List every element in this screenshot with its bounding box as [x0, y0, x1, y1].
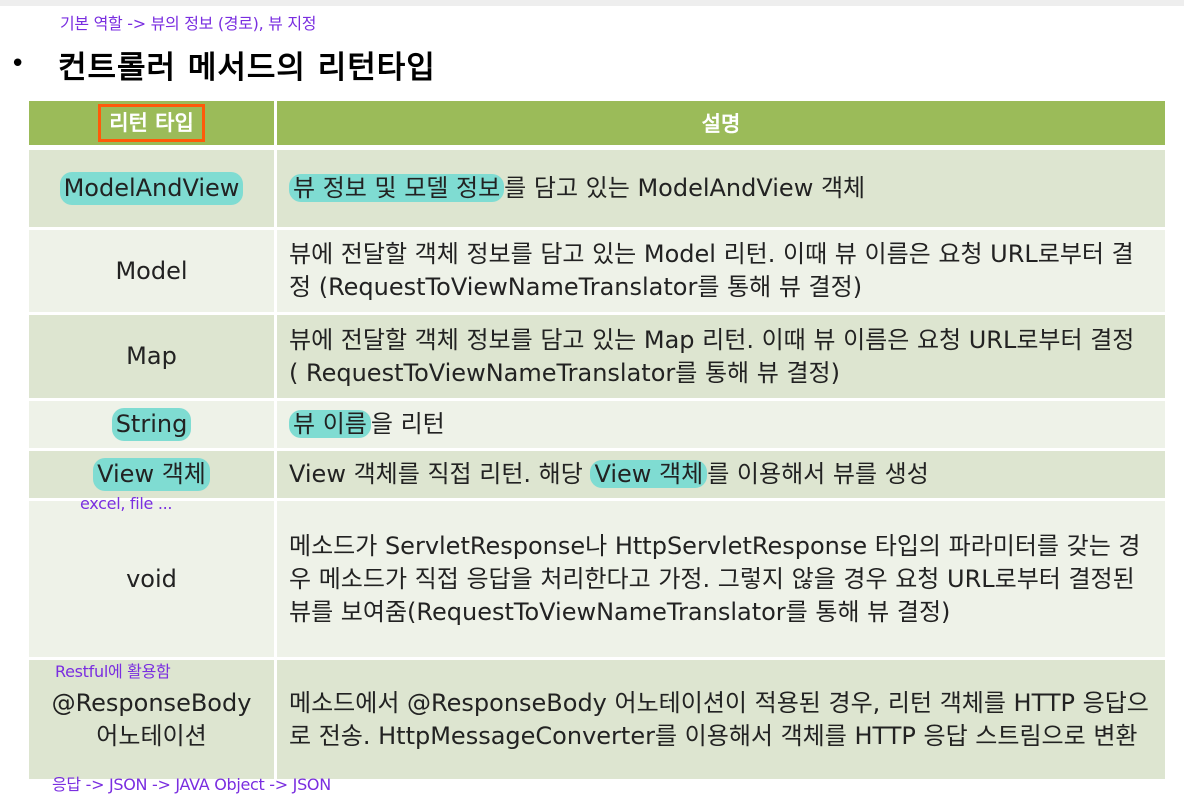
- return-type-label: ModelAndView: [59, 172, 244, 205]
- return-type-cell: Model: [29, 230, 274, 312]
- return-type-cell: View 객체: [29, 451, 274, 498]
- highlighted-header-label: 리턴 타입: [98, 104, 205, 142]
- top-annotation: 기본 역할 -> 뷰의 정보 (경로), 뷰 지정: [60, 14, 317, 33]
- highlighted-phrase: View 객체: [590, 460, 708, 488]
- table-row: @ResponseBody 어노테이션 메소드에서 @ResponseBody …: [29, 660, 1165, 779]
- table-row: void 메소드가 ServletResponse나 HttpServletRe…: [29, 501, 1165, 657]
- description-cell: 메소드에서 @ResponseBody 어노테이션이 적용된 경우, 리턴 객체…: [277, 660, 1165, 779]
- header-label-description: 설명: [701, 112, 741, 136]
- table-row: String 뷰 이름 을 리턴: [29, 401, 1165, 448]
- table-row: Map 뷰에 전달할 객체 정보를 담고 있는 Map 리턴. 이때 뷰 이름은…: [29, 315, 1165, 398]
- description-pre: View 객체를 직접 리턴. 해당: [289, 460, 591, 488]
- description-text: 뷰에 전달할 객체 정보를 담고 있는 Map 리턴. 이때 뷰 이름은 요청 …: [289, 325, 1135, 387]
- return-type-label-line2: 어노테이션: [96, 721, 207, 750]
- top-bar: [0, 0, 1184, 6]
- return-type-cell: void: [29, 501, 274, 657]
- description-cell: 뷰 정보 및 모델 정보 를 담고 있는 ModelAndView 객체: [277, 150, 1165, 227]
- highlighted-phrase: 뷰 이름: [289, 410, 371, 438]
- description-rest: 를 이용해서 뷰를 생성: [707, 460, 929, 488]
- view-object-annotation: excel, file ...: [80, 494, 173, 513]
- return-type-label: void: [126, 564, 177, 593]
- return-type-label: Map: [126, 342, 177, 370]
- bottom-annotation: 응답 -> JSON -> JAVA Object -> JSON: [52, 775, 331, 794]
- table-header: 리턴 타입 설명: [29, 101, 1165, 145]
- description-text: 뷰 이름 을 리턴: [289, 408, 445, 441]
- return-type-label: Model: [115, 256, 188, 285]
- response-body-annotation: Restful에 활용함: [55, 662, 171, 681]
- description-text: 메소드에서 @ResponseBody 어노테이션이 적용된 경우, 리턴 객체…: [289, 688, 1149, 750]
- slide-title: 컨트롤러 메서드의 리턴타입: [58, 49, 436, 86]
- description-cell: 메소드가 ServletResponse나 HttpServletRespons…: [277, 501, 1165, 657]
- bullet-icon: •: [10, 49, 26, 79]
- return-type-cell: ModelAndView: [29, 150, 274, 227]
- table-row: View 객체 View 객체를 직접 리턴. 해당 View 객체 를 이용해서…: [29, 451, 1165, 498]
- highlighted-phrase: 뷰 정보 및 모델 정보: [289, 174, 505, 202]
- return-type-cell: Map: [29, 315, 274, 398]
- return-type-label: View 객체: [93, 458, 210, 491]
- description-rest: 을 리턴: [370, 410, 445, 438]
- return-type-cell: String: [29, 401, 274, 448]
- description-cell: View 객체를 직접 리턴. 해당 View 객체 를 이용해서 뷰를 생성: [277, 451, 1165, 498]
- header-cell-description: 설명: [277, 101, 1165, 145]
- description-text: 뷰에 전달할 객체 정보를 담고 있는 Model 리턴. 이때 뷰 이름은 요…: [289, 240, 1134, 301]
- table-row: ModelAndView 뷰 정보 및 모델 정보 를 담고 있는 ModelAn…: [29, 150, 1165, 227]
- slide-title-row: • 컨트롤러 메서드의 리턴타입: [10, 42, 436, 86]
- description-cell: 뷰에 전달할 객체 정보를 담고 있는 Map 리턴. 이때 뷰 이름은 요청 …: [277, 315, 1165, 398]
- description-rest: 를 담고 있는 ModelAndView 객체: [504, 174, 866, 202]
- header-cell-return-type: 리턴 타입: [29, 101, 274, 145]
- table-row: Model 뷰에 전달할 객체 정보를 담고 있는 Model 리턴. 이때 뷰…: [29, 230, 1165, 312]
- return-type-label: String: [111, 408, 192, 441]
- description-cell: 뷰에 전달할 객체 정보를 담고 있는 Model 리턴. 이때 뷰 이름은 요…: [277, 230, 1165, 312]
- return-type-label: @ResponseBody: [51, 688, 252, 717]
- description-text: 메소드가 ServletResponse나 HttpServletRespons…: [289, 531, 1141, 626]
- description-cell: 뷰 이름 을 리턴: [277, 401, 1165, 448]
- description-text: View 객체를 직접 리턴. 해당 View 객체 를 이용해서 뷰를 생성: [289, 458, 929, 491]
- description-text: 뷰 정보 및 모델 정보 를 담고 있는 ModelAndView 객체: [289, 172, 865, 205]
